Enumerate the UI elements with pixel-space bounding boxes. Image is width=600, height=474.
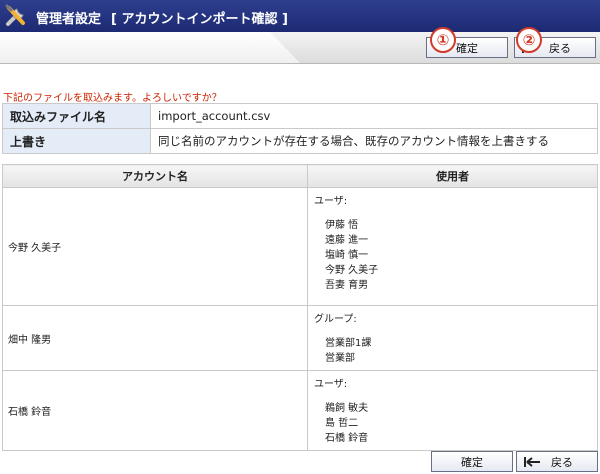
toolbar: 確定 戻る ① ② <box>0 27 600 64</box>
page-title: 管理者設定 [ アカウントインポート確認 ] <box>36 8 288 27</box>
file-name-label: 取込みファイル名 <box>2 103 151 129</box>
confirm-button-label: 確定 <box>461 456 483 469</box>
user-list: グループ: 営業部1課 営業部 <box>307 305 598 371</box>
back-button-label: 戻る <box>549 42 571 55</box>
toolbar-tab <box>0 32 300 63</box>
table-row: 畑中 隆男 グループ: 営業部1課 営業部 <box>2 305 598 371</box>
confirmation-message: 下記のファイルを取込みます。よろしいですか？ <box>3 93 222 104</box>
account-name: 石橋 鈴音 <box>2 370 308 451</box>
back-arrow-icon <box>524 457 540 467</box>
overwrite-value: 同じ名前のアカウントが存在する場合、既存のアカウント情報を上書きする <box>150 128 598 154</box>
list-item: 遠藤 進一 <box>325 235 369 246</box>
account-name: 今野 久美子 <box>2 187 308 306</box>
list-item: 鵜飼 敏夫 <box>325 403 369 414</box>
tools-icon <box>5 4 25 26</box>
list-item: 伊藤 悟 <box>325 220 359 231</box>
back-button-label: 戻る <box>551 456 573 469</box>
back-button-bottom[interactable]: 戻る <box>516 451 598 472</box>
file-name-value: import_account.csv <box>150 103 598 129</box>
list-item: 今野 久美子 <box>325 265 379 276</box>
overwrite-row: 上書き 同じ名前のアカウントが存在する場合、既存のアカウント情報を上書きする <box>2 128 598 154</box>
list-item: 島 哲二 <box>325 418 359 429</box>
user-group-label: グループ: <box>314 314 357 325</box>
confirm-button-label: 確定 <box>456 42 478 55</box>
table-header-row: アカウント名 使用者 <box>2 164 598 188</box>
overwrite-label: 上書き <box>2 128 151 154</box>
account-list-table: アカウント名 使用者 今野 久美子 ユーザ: 伊藤 悟 遠藤 進一 塩崎 慎一 … <box>2 164 598 451</box>
list-item: 石橋 鈴音 <box>325 433 369 444</box>
title-bar: 管理者設定 [ アカウントインポート確認 ] <box>0 0 600 32</box>
page-title-main: 管理者設定 <box>36 12 102 27</box>
account-name: 畑中 隆男 <box>2 305 308 371</box>
list-item: 営業部1課 <box>325 338 372 349</box>
user-group-label: ユーザ: <box>314 379 348 390</box>
step-badge-2: ② <box>516 27 542 53</box>
user-group-label: ユーザ: <box>314 196 348 207</box>
step-badge-1: ① <box>430 27 456 53</box>
user-list: ユーザ: 鵜飼 敏夫 島 哲二 石橋 鈴音 <box>307 370 598 451</box>
user-list: ユーザ: 伊藤 悟 遠藤 進一 塩崎 慎一 今野 久美子 吾妻 育男 <box>307 187 598 306</box>
list-item: 営業部 <box>325 353 355 364</box>
list-item: 塩崎 慎一 <box>325 250 369 261</box>
table-row: 今野 久美子 ユーザ: 伊藤 悟 遠藤 進一 塩崎 慎一 今野 久美子 吾妻 育… <box>2 187 598 306</box>
column-header-users: 使用者 <box>307 164 598 188</box>
file-name-row: 取込みファイル名 import_account.csv <box>2 103 598 129</box>
import-info-table: 取込みファイル名 import_account.csv 上書き 同じ名前のアカウ… <box>2 103 598 154</box>
page-subtitle: [ アカウントインポート確認 ] <box>111 12 288 27</box>
table-row: 石橋 鈴音 ユーザ: 鵜飼 敏夫 島 哲二 石橋 鈴音 <box>2 370 598 451</box>
confirm-button-bottom[interactable]: 確定 <box>431 451 513 472</box>
list-item: 吾妻 育男 <box>325 280 369 291</box>
column-header-account: アカウント名 <box>2 164 308 188</box>
